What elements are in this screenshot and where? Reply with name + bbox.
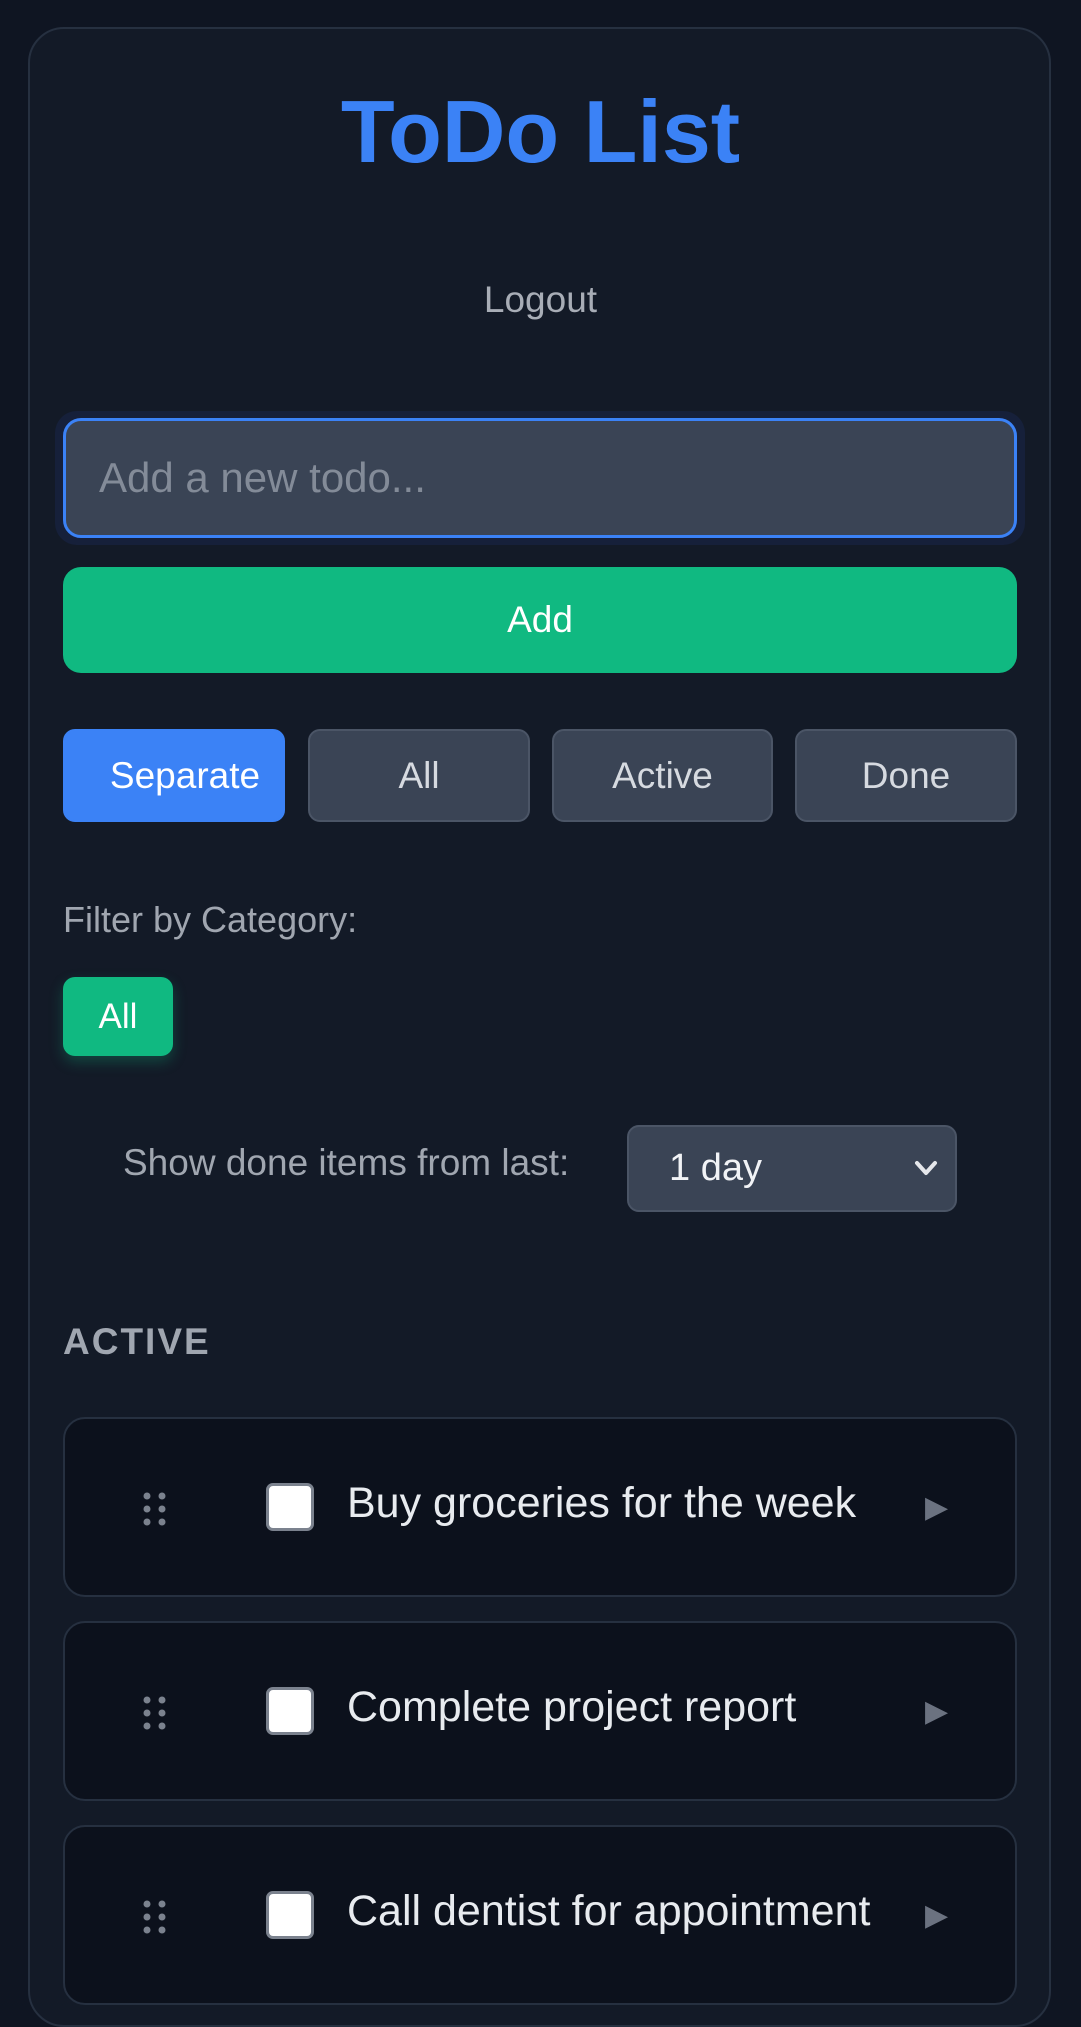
view-active-button[interactable]: Active	[552, 729, 773, 822]
play-triangle-icon[interactable]: ▶	[925, 1488, 948, 1528]
view-done-button[interactable]: Done	[795, 729, 1017, 822]
todo-checkbox[interactable]	[266, 1687, 314, 1735]
play-triangle-icon[interactable]: ▶	[925, 1896, 948, 1936]
section-heading-active: ACTIVE	[63, 1321, 211, 1362]
todo-item-text: Complete project report	[347, 1683, 797, 1731]
todo-item-text: Call dentist for appointment	[347, 1887, 871, 1935]
done-range-select[interactable]: 1 day	[627, 1125, 957, 1212]
page-title: ToDo List	[340, 82, 741, 181]
add-button[interactable]: Add	[63, 567, 1017, 673]
todo-checkbox[interactable]	[266, 1483, 314, 1531]
play-triangle-icon[interactable]: ▶	[925, 1692, 948, 1732]
category-filter-label: Filter by Category:	[63, 899, 358, 940]
grip-dots-icon[interactable]	[142, 1899, 168, 1935]
done-range-value: 1 day	[669, 1147, 762, 1189]
grip-dots-icon[interactable]	[142, 1695, 168, 1731]
done-range-label: Show done items from last:	[123, 1142, 570, 1183]
todo-item-text: Buy groceries for the week	[347, 1479, 857, 1527]
view-separate-button[interactable]: Separate	[63, 729, 285, 822]
todo-checkbox[interactable]	[266, 1891, 314, 1939]
grip-dots-icon[interactable]	[142, 1491, 168, 1527]
new-todo-input[interactable]	[63, 418, 1017, 538]
view-all-button[interactable]: All	[308, 729, 530, 822]
chevron-down-icon	[915, 1161, 937, 1175]
todo-item: Buy groceries for the week ▶	[63, 1417, 1017, 1597]
category-all-button[interactable]: All	[63, 977, 173, 1056]
todo-item: Call dentist for appointment ▶	[63, 1825, 1017, 2005]
logout-button[interactable]: Logout	[0, 278, 1081, 322]
todo-item: Complete project report ▶	[63, 1621, 1017, 1801]
